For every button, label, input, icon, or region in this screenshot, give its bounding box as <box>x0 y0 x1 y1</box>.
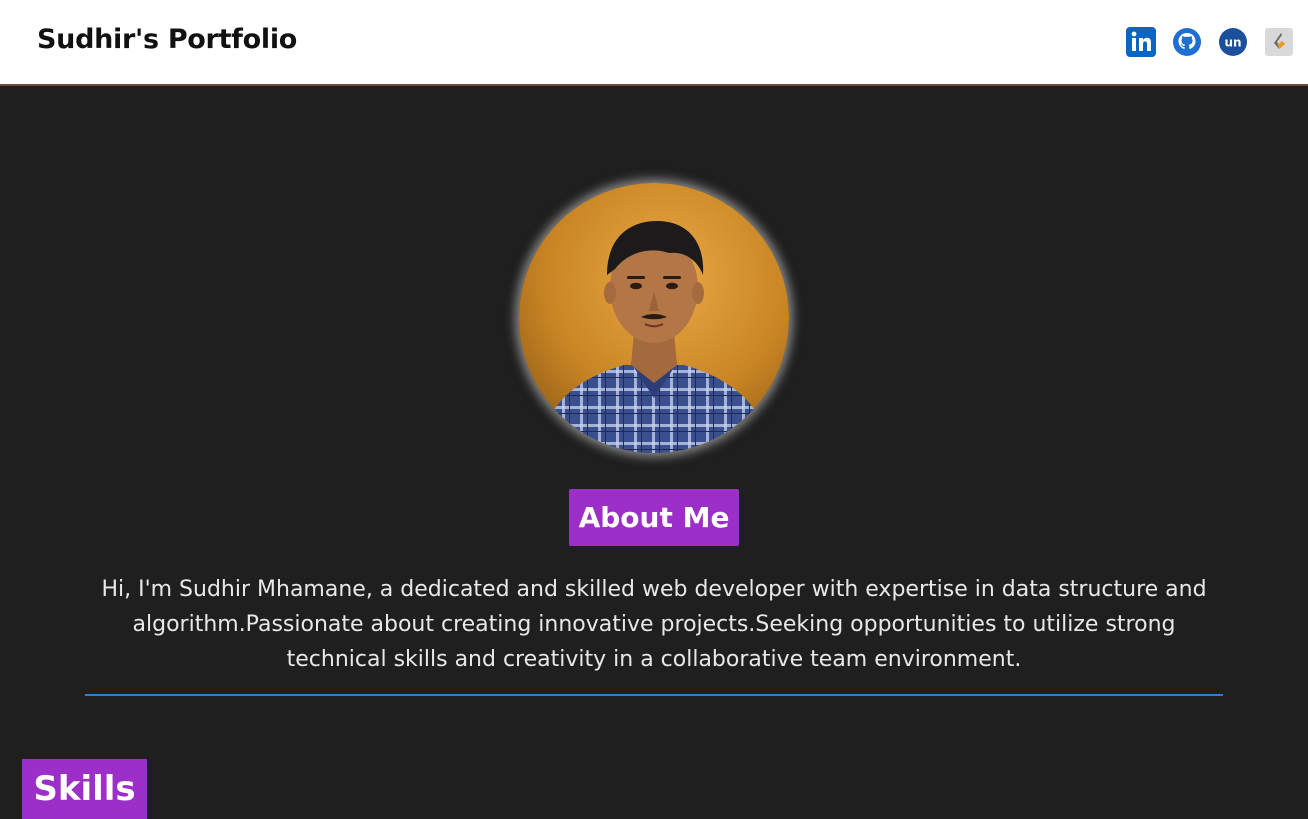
site-brand[interactable]: Sudhir's Portfolio <box>37 24 297 55</box>
main-content: About Me Hi, I'm Sudhir Mhamane, a dedic… <box>0 86 1308 819</box>
unstop-icon[interactable]: un <box>1218 27 1248 57</box>
about-me-heading: About Me <box>569 489 739 546</box>
social-links: un <box>1126 27 1294 57</box>
about-me-text: Hi, I'm Sudhir Mhamane, a dedicated and … <box>101 577 1207 672</box>
top-header: Sudhir's Portfolio un <box>0 0 1308 86</box>
github-icon[interactable] <box>1172 27 1202 57</box>
profile-photo-illustration <box>519 183 789 453</box>
section-divider <box>85 694 1223 696</box>
svg-text:un: un <box>1224 36 1241 50</box>
other-profile-icon[interactable] <box>1264 27 1294 57</box>
profile-photo <box>519 183 789 453</box>
skills-heading: Skills <box>22 759 147 819</box>
linkedin-icon[interactable] <box>1126 27 1156 57</box>
